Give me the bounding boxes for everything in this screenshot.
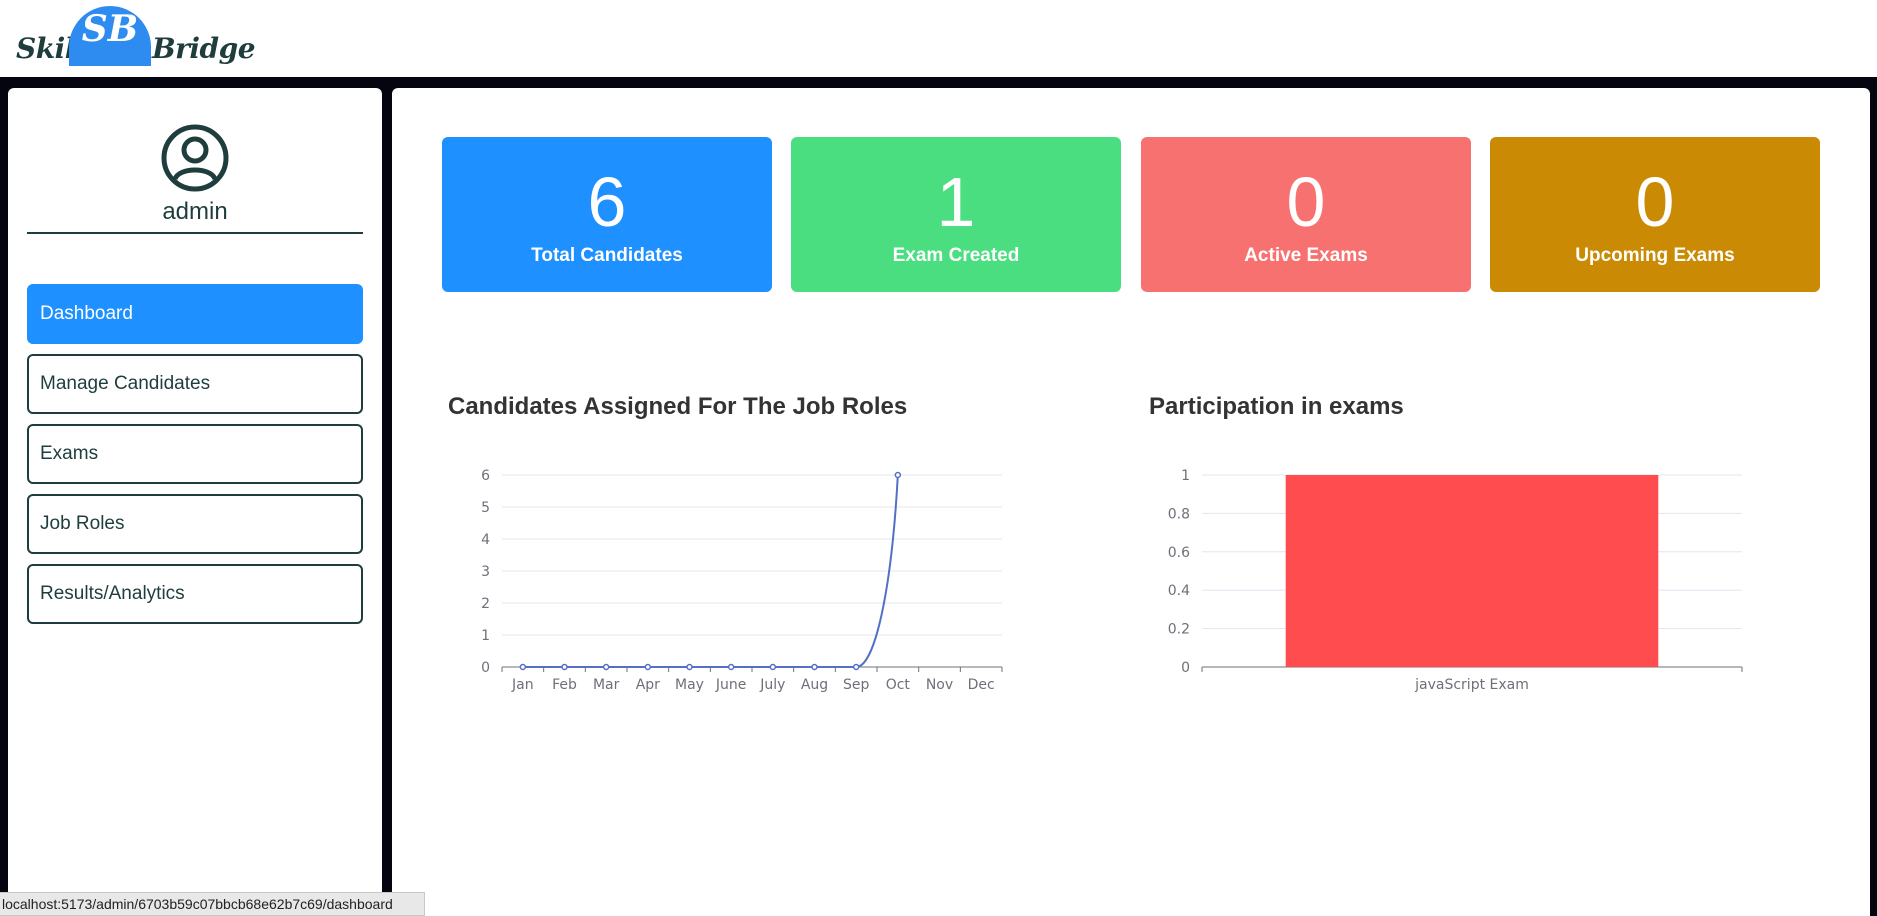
x-tick-label: May <box>675 677 704 693</box>
data-point <box>686 663 693 671</box>
sidebar-item-manage-candidates[interactable]: Manage Candidates <box>27 354 363 414</box>
x-tick-label: Apr <box>636 677 660 693</box>
stat-value: 0 <box>1635 163 1675 241</box>
y-tick-label: 0.4 <box>1168 583 1190 599</box>
user-circle-icon <box>161 124 229 192</box>
logo-badge: SB <box>69 6 151 66</box>
logo[interactable]: Skill SB Bridge <box>14 6 256 68</box>
stat-value: 6 <box>587 163 627 241</box>
data-point <box>769 663 777 671</box>
status-bar-url: localhost:5173/admin/6703b59c07bbcb68e62… <box>0 892 425 916</box>
y-tick-label: 3 <box>481 564 490 580</box>
stat-card-upcoming-exams[interactable]: 0 Upcoming Exams <box>1490 137 1820 292</box>
data-point <box>519 663 527 671</box>
x-tick-label: Dec <box>968 677 995 693</box>
data-point <box>644 663 652 671</box>
x-tick-label: Aug <box>801 677 828 693</box>
y-tick-label: 0.6 <box>1168 545 1190 561</box>
data-point <box>894 471 902 479</box>
stat-card-exam-created[interactable]: 1 Exam Created <box>791 137 1121 292</box>
stat-value: 0 <box>1286 163 1326 241</box>
x-tick-label: July <box>759 677 785 693</box>
bar <box>1285 475 1659 667</box>
x-tick-label: Oct <box>886 677 911 693</box>
data-point <box>602 663 610 671</box>
x-tick-label: Sep <box>843 677 870 693</box>
stat-card-active-exams[interactable]: 0 Active Exams <box>1141 137 1471 292</box>
x-tick-label: Nov <box>926 677 953 693</box>
sidebar-item-job-roles[interactable]: Job Roles <box>27 494 363 554</box>
y-tick-label: 5 <box>481 500 490 516</box>
y-tick-label: 0.8 <box>1168 506 1190 522</box>
data-point <box>561 663 568 671</box>
sidebar: admin Dashboard Manage Candidates Exams … <box>8 88 382 916</box>
y-tick-label: 2 <box>481 596 490 612</box>
profile-name: admin <box>162 198 228 225</box>
data-point <box>852 663 860 671</box>
stat-label: Total Candidates <box>531 245 683 266</box>
sidebar-item-dashboard[interactable]: Dashboard <box>27 284 363 344</box>
stat-value: 1 <box>936 163 976 241</box>
main-content: 6 Total Candidates 1 Exam Created 0 Acti… <box>392 88 1870 916</box>
bar-chart: 0 0.2 0.4 0.6 0.8 1 javaScript Exam <box>1168 468 1743 693</box>
stat-card-total-candidates[interactable]: 6 Total Candidates <box>442 137 772 292</box>
app-header: Skill SB Bridge <box>0 0 1877 77</box>
data-point <box>811 663 818 671</box>
y-tick-label: 0 <box>481 660 490 676</box>
sidebar-item-exams[interactable]: Exams <box>27 424 363 484</box>
logo-text-right: Bridge <box>152 32 256 65</box>
profile: admin <box>27 124 363 234</box>
x-tick-label: Jan <box>511 677 534 693</box>
y-tick-label: 0.2 <box>1168 622 1190 638</box>
sidebar-nav: Dashboard Manage Candidates Exams Job Ro… <box>27 284 363 634</box>
x-tick-label: Mar <box>593 677 620 693</box>
data-point <box>727 663 735 671</box>
x-tick-label: Feb <box>552 677 577 693</box>
line-chart: 0 1 2 3 4 5 6 Jan Feb Mar Apr May June July Aug Sep Oct N… <box>481 468 1003 693</box>
y-tick-label: 1 <box>1181 468 1190 484</box>
y-tick-label: 6 <box>481 468 490 484</box>
stat-label: Active Exams <box>1244 245 1368 266</box>
sidebar-item-results-analytics[interactable]: Results/Analytics <box>27 564 363 624</box>
line-chart-title: Candidates Assigned For The Job Roles <box>448 393 908 420</box>
x-tick-label: June <box>715 677 747 693</box>
y-tick-label: 4 <box>481 532 490 548</box>
y-tick-label: 0 <box>1181 660 1190 676</box>
stat-label: Exam Created <box>892 245 1020 266</box>
y-tick-label: 1 <box>481 628 490 644</box>
x-tick-label: javaScript Exam <box>1414 677 1529 693</box>
stat-label: Upcoming Exams <box>1575 245 1735 266</box>
bar-chart-title: Participation in exams <box>1149 393 1404 420</box>
